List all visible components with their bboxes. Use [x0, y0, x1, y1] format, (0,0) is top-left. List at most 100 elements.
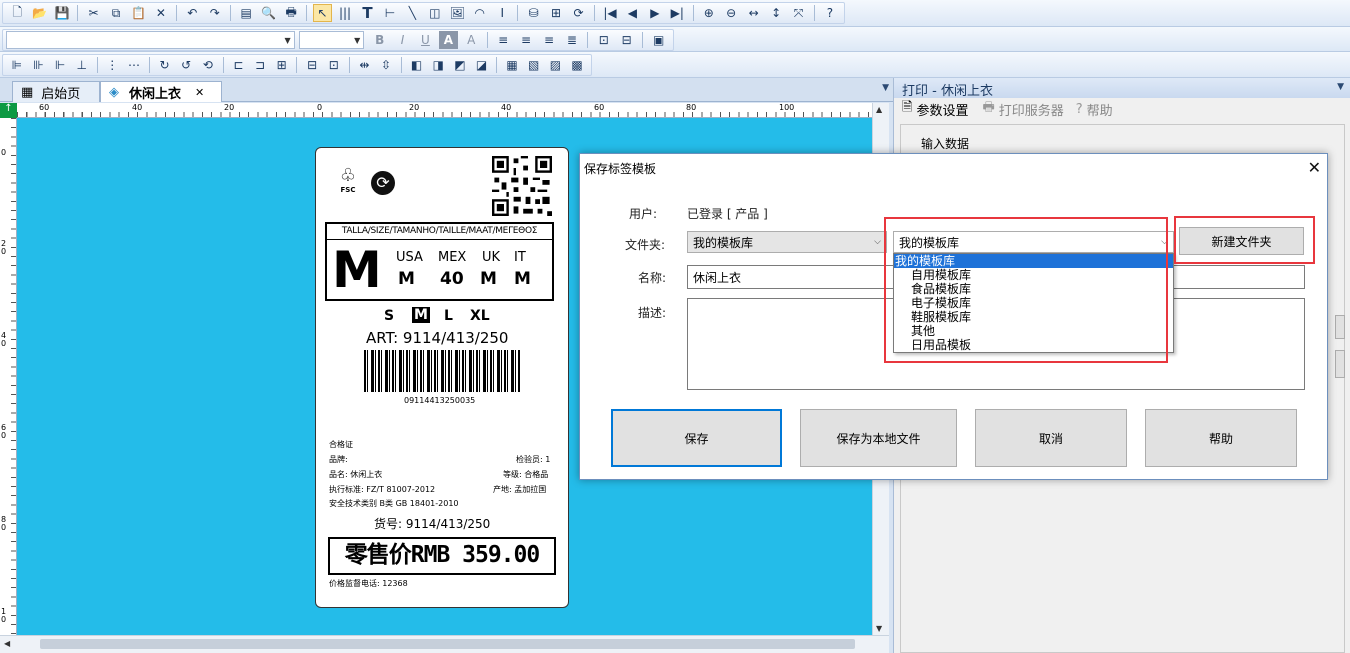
distribute-v-icon[interactable]: ⋯ [125, 56, 143, 74]
cursor-icon[interactable]: I [493, 4, 511, 22]
next-icon[interactable]: ▶ [646, 4, 664, 22]
page-setup-icon[interactable]: ▤ [237, 4, 255, 22]
grid-icon[interactable]: ▦ [503, 56, 521, 74]
rotate-90-icon[interactable]: ↻ [156, 56, 174, 74]
space-v-icon[interactable]: ⇳ [377, 56, 395, 74]
align-toolbar: ⊫ ⊪ ⊩ ⊥ ⋮ ⋯ ↻ ↺ ⟲ ⊏ ⊐ ⊞ ⊟ ⊡ ⇹ ⇳ ◧ ◨ ◩ ◪ … [2, 54, 592, 76]
help-button[interactable]: 帮助 [1145, 409, 1297, 467]
last-icon[interactable]: ▶| [668, 4, 686, 22]
align-bottom-icon[interactable]: ⊥ [73, 56, 91, 74]
undo-icon[interactable]: ↶ [183, 4, 201, 22]
refresh-icon[interactable]: ⟳ [569, 4, 587, 22]
tab-casual-top[interactable]: ◈ 休闲上衣 ✕ [100, 81, 222, 102]
db-link-icon[interactable]: ⊞ [547, 4, 565, 22]
tab-dropdown-icon[interactable]: ▼ [882, 83, 889, 93]
highlight-button[interactable]: A [462, 31, 481, 49]
cut-icon[interactable]: ✂ [84, 4, 102, 22]
bring-front-icon[interactable]: ◧ [408, 56, 426, 74]
font-color-button[interactable]: A [438, 31, 458, 49]
same-size-icon[interactable]: ⊞ [273, 56, 291, 74]
line-h-icon[interactable]: ⊢ [381, 4, 399, 22]
font-size-combo[interactable]: ▼ [298, 31, 365, 49]
paste-icon[interactable]: 📋 [129, 4, 147, 22]
save-icon[interactable]: 💾 [53, 4, 71, 22]
align-center-icon[interactable]: ≡ [517, 31, 536, 49]
print-icon[interactable]: 🖶 [282, 4, 300, 22]
send-back-icon[interactable]: ◨ [429, 56, 447, 74]
center-h-icon[interactable]: ⊟ [303, 56, 321, 74]
underline-button[interactable]: U [416, 31, 435, 49]
open-icon[interactable]: 📂 [30, 4, 48, 22]
forward-icon[interactable]: ◩ [451, 56, 469, 74]
fit-page-icon[interactable]: ⤧ [789, 4, 807, 22]
lock-icon[interactable]: ▨ [547, 56, 565, 74]
goods-number: 货号: 9114/413/250 [374, 517, 491, 531]
close-tab-icon[interactable]: ✕ [195, 86, 204, 99]
align-justify-icon[interactable]: ≣ [562, 31, 581, 49]
rotate-180-icon[interactable]: ↺ [177, 56, 195, 74]
text-icon[interactable]: T [358, 4, 376, 22]
ungroup-icon[interactable]: ⊟ [617, 31, 636, 49]
database-icon[interactable]: ⛁ [524, 4, 542, 22]
scroll-up-icon[interactable]: ▲ [876, 105, 882, 114]
group-icon[interactable]: ⊡ [594, 31, 613, 49]
layer-icon[interactable]: ▩ [568, 56, 586, 74]
close-icon[interactable]: ✕ [1308, 158, 1321, 177]
zoom-out-icon[interactable]: ⊖ [722, 4, 740, 22]
folder-select[interactable]: 我的模板库 ⌵ [687, 231, 887, 253]
panel-button[interactable] [1335, 350, 1345, 378]
scroll-down-icon[interactable]: ▼ [876, 624, 882, 633]
horizontal-scrollbar[interactable]: ◀ [0, 635, 889, 653]
rfid-icon[interactable]: ◠ [471, 4, 489, 22]
italic-button[interactable]: I [393, 31, 412, 49]
backward-icon[interactable]: ◪ [473, 56, 491, 74]
panel-pin-icon[interactable]: ▼ [1337, 82, 1344, 92]
same-height-icon[interactable]: ⊐ [251, 56, 269, 74]
line-icon[interactable]: ╲ [403, 4, 421, 22]
tab-help[interactable]: 帮助 [1087, 100, 1113, 119]
bold-button[interactable]: B [370, 31, 389, 49]
scroll-left-icon[interactable]: ◀ [4, 639, 10, 648]
pointer-icon[interactable]: ↖ [313, 4, 332, 22]
rotate-270-icon[interactable]: ⟲ [199, 56, 217, 74]
prev-icon[interactable]: ◀ [623, 4, 641, 22]
distribute-h-icon[interactable]: ⋮ [103, 56, 121, 74]
toolbar-row-2: ▼ ▼ B I U A A ≡ ≡ ≡ ≣ ⊡ ⊟ ▣ [0, 27, 1350, 52]
snap-icon[interactable]: ▧ [525, 56, 543, 74]
print-preview-icon[interactable]: 🔍 [259, 4, 277, 22]
align-left-icon[interactable]: ≡ [494, 31, 513, 49]
space-h-icon[interactable]: ⇹ [356, 56, 374, 74]
save-button[interactable]: 保存 [611, 409, 782, 467]
fit-height-icon[interactable]: ↕ [767, 4, 785, 22]
save-local-button[interactable]: 保存为本地文件 [800, 409, 957, 467]
cancel-button[interactable]: 取消 [975, 409, 1127, 467]
align-right-edge-icon[interactable]: ⊩ [51, 56, 69, 74]
tab-parameters[interactable]: 参数设置 [916, 100, 968, 119]
label-template[interactable]: ♧ FSC ⟳ TALLA/SIZE/TAMANHO/TAILLE/MAAT/Μ… [315, 147, 569, 608]
properties-icon[interactable]: ▣ [649, 31, 668, 49]
same-width-icon[interactable]: ⊏ [230, 56, 248, 74]
tab-start-page[interactable]: ▦ 启始页 [12, 81, 100, 102]
separator [296, 57, 298, 73]
help-icon[interactable]: ? [821, 4, 839, 22]
panel-button[interactable] [1335, 315, 1345, 339]
align-right-icon[interactable]: ≡ [540, 31, 559, 49]
fit-width-icon[interactable]: ↔ [744, 4, 762, 22]
delete-icon[interactable]: ✕ [152, 4, 170, 22]
tab-print-server[interactable]: 打印服务器 [999, 100, 1064, 119]
shape-icon[interactable]: ◫ [426, 4, 444, 22]
center-v-icon[interactable]: ⊡ [325, 56, 343, 74]
ruler-corner-icon[interactable]: ↑ [0, 103, 17, 118]
scroll-thumb[interactable] [40, 639, 855, 649]
first-icon[interactable]: |◀ [601, 4, 619, 22]
new-icon[interactable]: 🗋 [8, 4, 26, 22]
font-name-combo[interactable]: ▼ [6, 31, 295, 49]
image-icon[interactable]: 🖼 [448, 4, 466, 22]
align-left-edge-icon[interactable]: ⊫ [8, 56, 26, 74]
align-hcenter-icon[interactable]: ⊪ [30, 56, 48, 74]
barcode-icon[interactable]: ||| [336, 4, 354, 22]
zoom-in-icon[interactable]: ⊕ [700, 4, 718, 22]
redo-icon[interactable]: ↷ [206, 4, 224, 22]
copy-icon[interactable]: ⧉ [107, 4, 125, 22]
tab-label: 休闲上衣 [129, 86, 182, 102]
